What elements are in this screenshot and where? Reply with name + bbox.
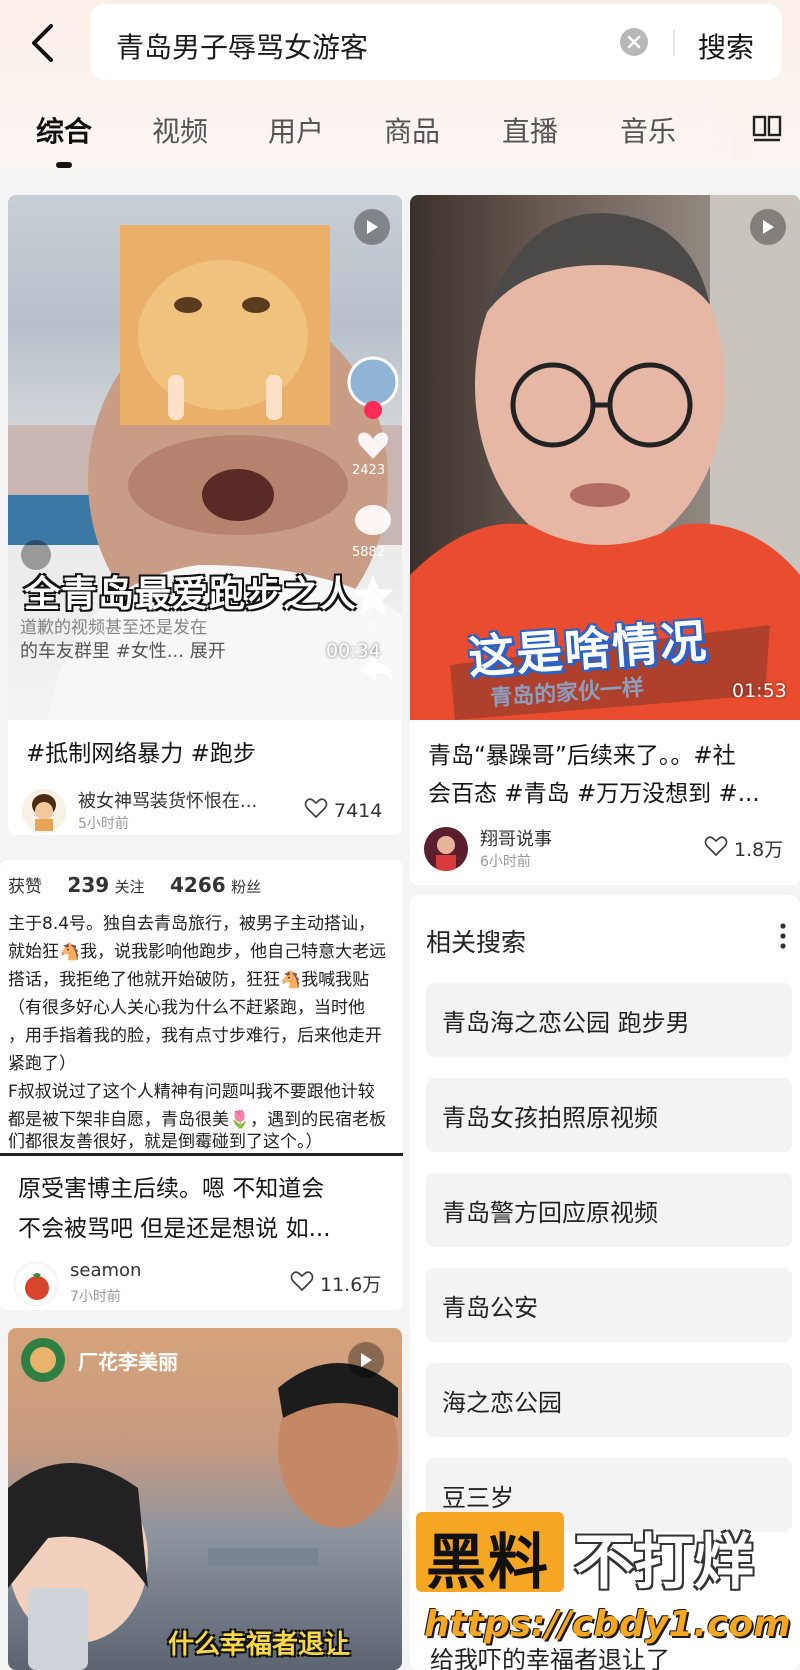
profile-text-line: （有很多好心人关心我为什么不赶紧跑，当时他 [8,998,365,1018]
side-comments-count: 5882 [352,545,386,560]
author-name: seamon [70,1260,142,1281]
profile-text-line: 都是被下架非自愿，青岛很美🌷，遇到的民宿老板 [8,1110,387,1130]
author-name: 被女神骂装货怀恨在... [78,791,258,812]
video-thumbnail: 这是啥情况 青岛的家伙一样 01:53 [410,195,800,720]
related-item-label: 青岛海之恋公园 跑步男 [442,1009,690,1037]
avatar [424,827,468,871]
like-count-value: 11.6万 [320,1274,382,1296]
author-name: 翔哥说事 [480,829,552,850]
stat-following-value: 239 [67,873,110,897]
profile-text-line: 主于8.4号。独自去青岛旅行，被男子主动搭讪， [8,914,376,934]
like-count[interactable]: 7414 [304,797,382,824]
play-icon [348,1342,384,1378]
related-item-label: 海之恋公园 [442,1389,562,1417]
video-card[interactable]: 这是啥情况 青岛的家伙一样 01:53 青岛“暴躁哥”后续来了。。#社 会百态 … [410,195,800,885]
clear-icon[interactable] [620,28,648,56]
video-caption: #抵制网络暴力 #跑步 [26,741,256,767]
side-share-count: 6 [368,620,377,635]
tab-products[interactable]: 商品 [384,110,440,150]
like-count[interactable]: 11.6万 [290,1270,381,1297]
tab-users[interactable]: 用户 [268,110,324,150]
stat-likes-label: 获赞 [8,877,42,897]
tab-live[interactable]: 直播 [502,110,558,150]
tab-general[interactable]: 综合 [36,110,92,150]
post-time: 7小时前 [70,1289,121,1305]
tab-video[interactable]: 视频 [152,110,208,150]
related-item[interactable]: 青岛海之恋公园 跑步男 [426,983,792,1057]
overlay-text: 什么幸福者退让 [168,1630,351,1660]
profile-text-line: 搭话，我拒绝了他就开始破防，狂狂🐴我喊我贴 [8,970,370,990]
watermark-right: 不打烊 [574,1528,754,1598]
overlay-desc-more[interactable]: 的车友群里 #女性... 展开 [20,637,226,663]
image-caption-line1: 原受害博主后续。嗯 不知道会 [18,1176,325,1202]
related-item[interactable]: 海之恋公园 [426,1363,792,1437]
related-item-label: 青岛女孩拍照原视频 [442,1104,658,1132]
play-icon [750,209,786,245]
video-thumbnail: 2423 5882 6 全青岛最爱跑步之人 道歉的视频甚至还是发在 的车友群里 … [8,195,402,720]
watermark-url: https://cbdy1.com [424,1604,791,1645]
related-item[interactable]: 青岛公安 [426,1268,792,1342]
back-arrow-icon[interactable] [22,18,62,68]
search-tabs: 综合 视频 用户 商品 直播 音乐 [0,110,800,160]
stat-fans-value: 4266 [169,873,226,897]
related-item[interactable]: 青岛警方回应原视频 [426,1173,792,1247]
side-likes-count: 2423 [352,463,386,478]
active-tab-indicator [56,162,72,168]
profile-screenshot: 获赞 239 关注 4266 粉丝 主于8.4号。独自去青岛旅行，被男子主动搭讪… [0,860,403,1155]
watermark-left: 黑料 [426,1528,550,1598]
related-item-label: 青岛公安 [442,1294,538,1322]
heart-icon [704,835,728,862]
profile-text-line: ，用手指着我的脸，我有点寸步难行，后来他走开 [8,1026,382,1046]
profile-text-line: 就始狂🐴我，说我影响他跑步，他自己特意大老远 [8,942,387,962]
video-card[interactable]: 2423 5882 6 全青岛最爱跑步之人 道歉的视频甚至还是发在 的车友群里 … [8,195,402,835]
profile-stats: 获赞 239 关注 4266 粉丝 [8,872,261,897]
video-caption-line2: 会百态 #青岛 #万万没想到 #... [428,781,760,807]
video-duration: 01:53 [732,680,787,702]
heart-icon [290,1270,314,1297]
stat-fans-label: 粉丝 [231,878,262,896]
related-title: 相关搜索 [426,928,527,957]
divider [673,30,675,56]
like-count-value: 1.8万 [734,839,784,861]
image-card[interactable]: 获赞 239 关注 4266 粉丝 主于8.4号。独自去青岛旅行，被男子主动搭讪… [0,860,403,1310]
more-vertical-icon[interactable] [780,923,786,953]
overlay-title: 全青岛最爱跑步之人 [24,574,358,615]
like-count-value: 7414 [334,799,383,822]
play-icon [354,209,390,245]
video-thumbnail: 厂花李美丽 什么幸福者退让 [8,1328,402,1670]
video-caption-line1: 青岛“暴躁哥”后续来了。。#社 [428,743,736,769]
image-caption-line2: 不会被骂吧 但是还是想说 如... [18,1216,331,1242]
search-input[interactable]: 青岛男子辱骂女游客 [116,26,368,66]
search-box[interactable]: 青岛男子辱骂女游客 搜索 [90,4,782,80]
video-card[interactable]: 厂花李美丽 什么幸福者退让 [8,1328,402,1670]
overlay-desc: 道歉的视频甚至还是发在 [20,618,207,638]
stat-following-label: 关注 [114,878,145,896]
tabs-fade [700,100,750,160]
overlay-author: 厂花李美丽 [78,1350,178,1374]
post-time: 5小时前 [78,816,129,832]
like-count[interactable]: 1.8万 [704,835,783,862]
post-time: 6小时前 [480,854,531,870]
watermark: 黑料 不打烊 https://cbdy1.com [412,1504,796,1664]
profile-text-line: 们都很友善很好，就是倒霉碰到了这个。） [8,1132,323,1152]
profile-text-line: 紧跑了） [8,1054,76,1074]
related-item-label: 青岛警方回应原视频 [442,1199,658,1227]
tab-music[interactable]: 音乐 [620,110,676,150]
divider [0,1153,403,1156]
profile-text-line: F叔叔说过了这个人精神有问题叫我不要跟他计较 [8,1082,375,1102]
search-button[interactable]: 搜索 [698,26,754,66]
related-item[interactable]: 青岛女孩拍照原视频 [426,1078,792,1152]
avatar [22,789,66,833]
filter-grid-icon[interactable] [752,114,782,148]
avatar [14,1262,58,1306]
video-duration: 00:34 [326,640,381,662]
heart-icon [304,797,328,824]
